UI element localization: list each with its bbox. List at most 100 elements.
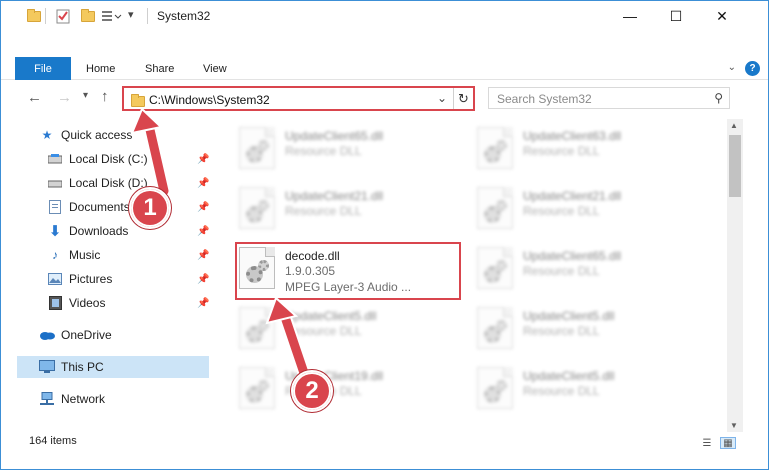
list-item[interactable]: UpdateClient5.dll Resource DLL [473, 303, 693, 355]
file-type: Resource DLL [285, 204, 362, 218]
tab-home[interactable]: Home [86, 57, 115, 80]
status-bar: 164 items ☰ ▦ [1, 432, 768, 454]
drive-icon [47, 151, 63, 167]
minimize-button[interactable]: — [607, 1, 653, 31]
dll-file-icon [239, 367, 275, 409]
chevron-down-icon[interactable]: ⌄ [437, 91, 447, 105]
separator [147, 8, 148, 24]
documents-icon [47, 199, 63, 215]
file-name: UpdateClient5.dll [285, 309, 377, 323]
sidebar-item-pictures[interactable]: Pictures 📌 [17, 268, 209, 290]
sidebar-item-local-disk-c[interactable]: Local Disk (C:) 📌 [17, 148, 209, 170]
dll-file-icon [477, 187, 513, 229]
dropdown-icon[interactable]: ▾ [128, 8, 134, 24]
pin-icon[interactable]: 📌 [197, 154, 209, 165]
back-arrow-icon[interactable]: ← [27, 89, 42, 106]
step-2-badge: 2 [291, 370, 333, 412]
tab-share[interactable]: Share [145, 57, 174, 80]
step-1-badge: 1 [129, 187, 171, 229]
sidebar-item-music[interactable]: ♪ Music 📌 [17, 244, 209, 266]
search-input[interactable]: Search System32 ⚲ [488, 87, 730, 109]
dll-file-icon [239, 127, 275, 169]
pin-icon[interactable]: 📌 [197, 202, 209, 213]
window-title: System32 [157, 9, 211, 23]
customize-toolbar-icon[interactable] [101, 8, 123, 24]
sidebar-item-label: Local Disk (C:) [69, 152, 148, 166]
close-button[interactable]: ✕ [699, 1, 745, 31]
item-count: 164 items [29, 435, 77, 447]
file-name: UpdateClient5.dll [523, 369, 615, 383]
up-arrow-icon[interactable]: ↑ [101, 88, 109, 105]
sidebar-item-downloads[interactable]: ⬇ Downloads 📌 [17, 220, 210, 242]
scroll-down-icon[interactable]: ▼ [730, 421, 738, 430]
pin-icon[interactable]: 📌 [197, 178, 209, 189]
vertical-scrollbar[interactable]: ▲ ▼ [727, 119, 743, 432]
dll-file-icon [477, 247, 513, 289]
maximize-button[interactable]: ☐ [653, 1, 699, 31]
sidebar-item-label: Network [61, 392, 106, 406]
explorer-window: ▾ System32 — ☐ ✕ File Home Share View ⌄ … [0, 0, 769, 470]
search-placeholder: Search System32 [497, 92, 592, 106]
download-icon: ⬇ [48, 223, 62, 240]
sidebar-item-quick-access[interactable]: ★ Quick access [17, 124, 209, 146]
list-item[interactable]: UpdateClient21.dll Resource DLL [473, 183, 693, 235]
sidebar-item-this-pc[interactable]: This PC [17, 356, 209, 378]
file-name: UpdateClient63.dll [523, 129, 622, 143]
sidebar-item-label: Documents [69, 200, 130, 214]
file-name: UpdateClient65.dll [523, 249, 622, 263]
file-name: UpdateClient21.dll [523, 189, 622, 203]
sidebar-item-label: This PC [61, 360, 104, 374]
help-icon[interactable]: ? [745, 61, 760, 76]
list-item[interactable]: UpdateClient5.dll Resource DLL [473, 363, 693, 415]
properties-icon[interactable] [56, 8, 70, 24]
chevron-down-icon[interactable]: ⌄ [728, 62, 736, 73]
pin-icon[interactable]: 📌 [197, 226, 209, 237]
network-icon [39, 391, 55, 407]
list-item[interactable]: UpdateClient19.dll Resource DLL [235, 363, 455, 415]
ribbon-tabs: File Home Share View ⌄ ? [1, 57, 768, 80]
list-item[interactable]: UpdateClient5.dll Resource DLL [235, 303, 455, 355]
sidebar-item-local-disk-d[interactable]: Local Disk (D:) 📌 [17, 172, 209, 194]
sidebar-item-videos[interactable]: Videos 📌 [17, 292, 209, 314]
list-item[interactable]: UpdateClient63.dll Resource DLL [473, 123, 693, 175]
file-type: Resource DLL [523, 144, 600, 158]
list-item[interactable]: UpdateClient65.dll Resource DLL [235, 123, 455, 175]
tab-view[interactable]: View [203, 57, 227, 80]
computer-icon [39, 359, 55, 375]
file-name: UpdateClient5.dll [523, 309, 615, 323]
address-bar[interactable]: C:\Windows\System32 ⌄ ↻ [122, 86, 475, 111]
search-icon[interactable]: ⚲ [714, 91, 723, 105]
file-type: Resource DLL [285, 324, 362, 338]
decode-dll-highlight-box [235, 242, 461, 300]
tab-file[interactable]: File [15, 57, 71, 80]
sidebar-item-label: Downloads [69, 224, 129, 238]
pin-icon[interactable]: 📌 [197, 250, 209, 261]
file-type: Resource DLL [523, 324, 600, 338]
scroll-up-icon[interactable]: ▲ [730, 121, 738, 130]
dll-file-icon [239, 307, 275, 349]
tiles-view-icon[interactable]: ▦ [720, 437, 736, 449]
drive-icon [47, 175, 63, 191]
sidebar-item-label: OneDrive [61, 328, 112, 342]
pin-icon[interactable]: 📌 [197, 298, 209, 309]
forward-arrow-icon[interactable]: → [57, 89, 72, 106]
list-item[interactable]: UpdateClient65.dll Resource DLL [473, 243, 693, 295]
sidebar-item-onedrive[interactable]: OneDrive [17, 324, 209, 346]
sidebar-item-network[interactable]: Network [17, 388, 209, 410]
recent-locations-icon[interactable]: ▾ [83, 90, 88, 101]
file-name: UpdateClient65.dll [285, 129, 384, 143]
file-type: Resource DLL [523, 264, 600, 278]
dll-file-icon [477, 127, 513, 169]
list-item[interactable]: UpdateClient21.dll Resource DLL [235, 183, 455, 235]
pin-icon[interactable]: 📌 [197, 274, 209, 285]
scrollbar-thumb[interactable] [729, 135, 741, 197]
sidebar-item-documents[interactable]: Documents 📌 [17, 196, 209, 218]
star-icon: ★ [41, 128, 53, 142]
address-path[interactable]: C:\Windows\System32 [149, 93, 270, 107]
music-icon: ♪ [52, 248, 58, 262]
refresh-icon[interactable]: ↻ [453, 88, 473, 109]
details-view-icon[interactable]: ☰ [699, 437, 715, 449]
pictures-icon [47, 271, 63, 287]
file-name: UpdateClient21.dll [285, 189, 384, 203]
dll-file-icon [477, 367, 513, 409]
